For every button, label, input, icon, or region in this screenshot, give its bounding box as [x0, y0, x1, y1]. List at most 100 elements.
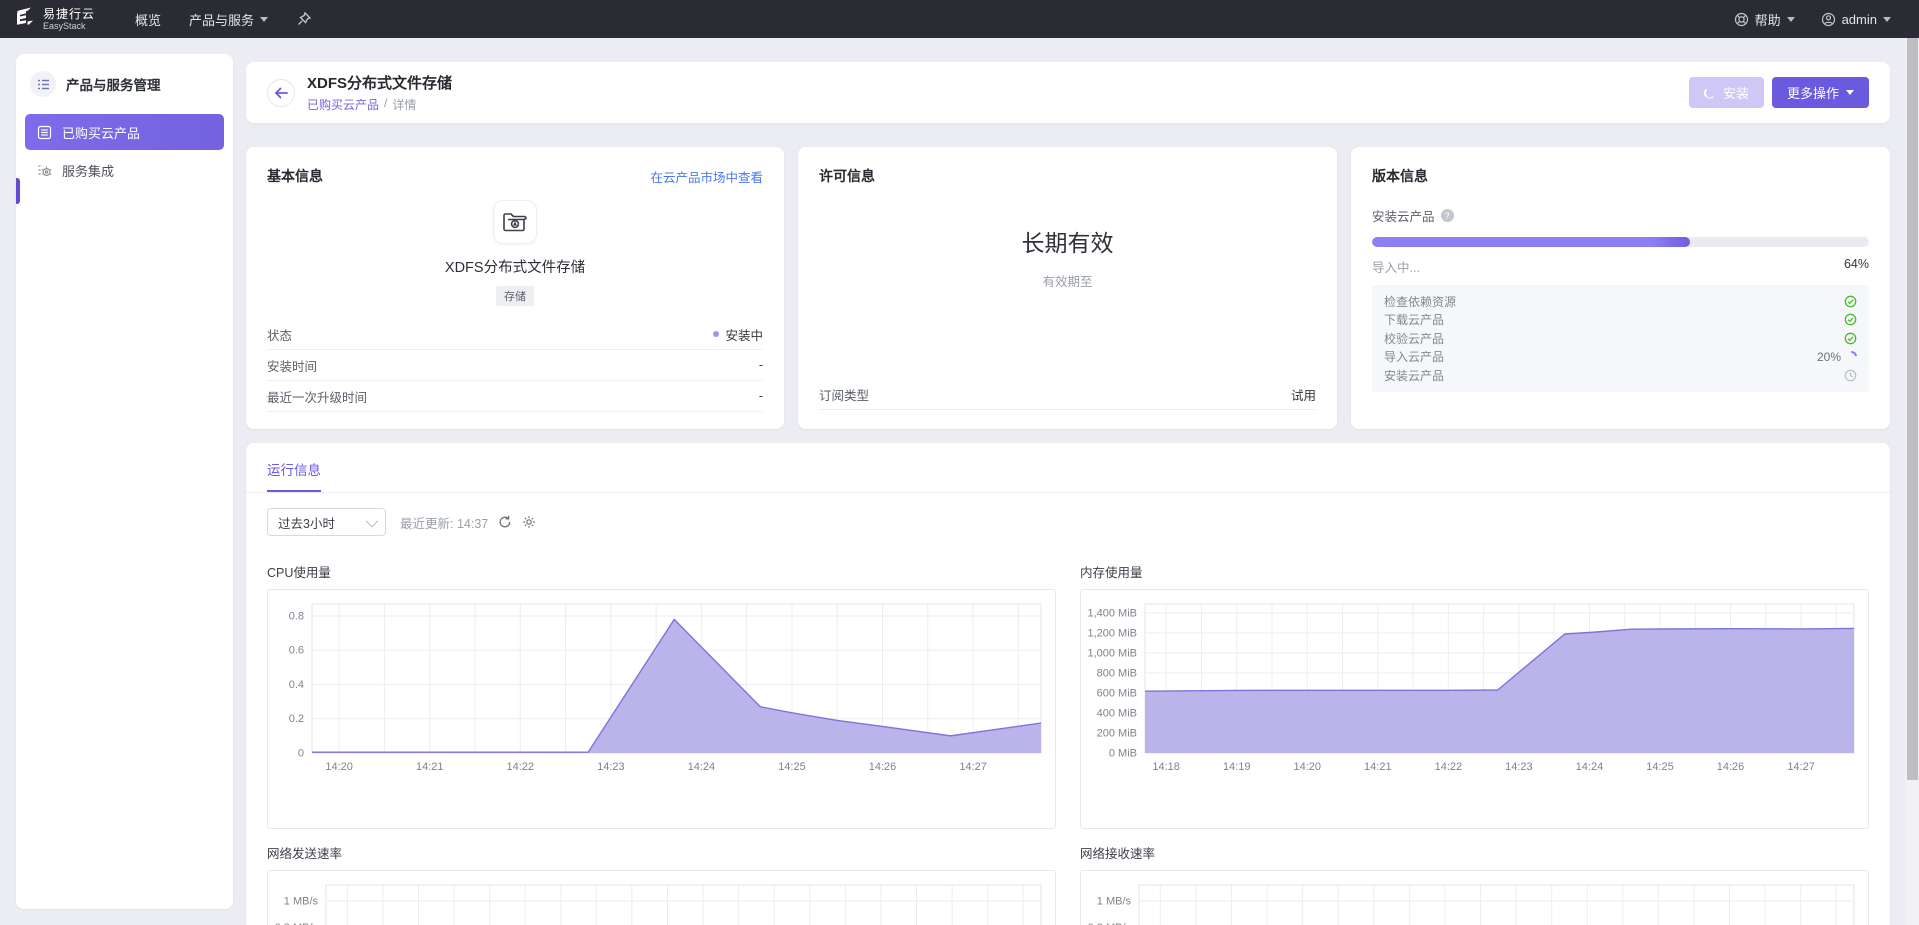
step-spinner-icon — [1844, 349, 1859, 364]
svg-text:0.4: 0.4 — [289, 679, 304, 691]
breadcrumb-current: 详情 — [392, 96, 416, 113]
svg-text:14:26: 14:26 — [1717, 761, 1745, 773]
purchased-list-icon — [37, 125, 52, 140]
last-upgrade-row: 最近一次升级时间 - — [267, 381, 763, 412]
svg-text:1,200 MiB: 1,200 MiB — [1087, 628, 1137, 640]
page-header: XDFS分布式文件存储 已购买云产品 / 详情 安装 更多操作 — [246, 62, 1890, 123]
svg-text:0.6: 0.6 — [289, 645, 304, 657]
loading-spinner-icon — [1704, 87, 1716, 99]
pin-button[interactable] — [282, 0, 326, 38]
svg-text:14:22: 14:22 — [507, 761, 535, 773]
breadcrumb-parent-link[interactable]: 已购买云产品 — [307, 96, 379, 113]
svg-text:14:23: 14:23 — [597, 761, 625, 773]
help-tooltip-icon[interactable]: ? — [1441, 209, 1454, 222]
sidebar-title: 产品与服务管理 — [66, 74, 161, 94]
last-update-text: 最近更新: 14:37 — [400, 513, 488, 532]
sidebar-item-label: 已购买云产品 — [62, 123, 140, 142]
license-card: 许可信息 长期有效 有效期至 订阅类型 试用 — [798, 147, 1337, 429]
chart-settings-button[interactable] — [522, 515, 536, 529]
svg-text:200 MiB: 200 MiB — [1097, 728, 1137, 740]
svg-text:14:20: 14:20 — [1293, 761, 1321, 773]
sidebar-item-label: 服务集成 — [62, 161, 114, 180]
install-step-row: 安装云产品 — [1384, 366, 1857, 385]
page-scrollbar[interactable] — [1905, 38, 1919, 925]
install-time-row: 安装时间 - — [267, 350, 763, 381]
tabs-divider — [246, 492, 1890, 493]
version-title: 版本信息 — [1372, 166, 1428, 186]
install-time-label: 安装时间 — [267, 356, 317, 375]
help-menu[interactable]: 帮助 — [1734, 0, 1795, 38]
integration-icon — [37, 163, 52, 178]
time-range-value: 过去3小时 — [278, 513, 335, 532]
product-name: XDFS分布式文件存储 — [267, 256, 763, 277]
check-circle-icon — [1844, 295, 1857, 308]
check-circle-icon — [1844, 313, 1857, 326]
refresh-button[interactable] — [498, 515, 512, 529]
svg-text:14:20: 14:20 — [325, 761, 353, 773]
brand-title: 易捷行云 — [43, 8, 95, 20]
back-button[interactable] — [267, 79, 295, 107]
view-in-market-link[interactable]: 在云产品市场中查看 — [650, 167, 763, 186]
chart-title-net-receive: 网络接收速率 — [1080, 843, 1869, 862]
topbar: 易捷行云 EasyStack 概览 产品与服务 帮助 — [0, 0, 1919, 38]
memory-usage-plot: 0 MiB200 MiB400 MiB600 MiB800 MiB1,000 M… — [1080, 589, 1869, 829]
cpu-usage-chart: CPU使用量 00.20.40.60.814:2014:2114:2214:23… — [267, 562, 1056, 829]
network-send-chart: 网络发送速率 0 MB/s0.2 MB/s0.4 MB/s0.6 MB/s0.8… — [267, 843, 1056, 925]
tab-running-info[interactable]: 运行信息 — [267, 459, 321, 492]
network-send-plot: 0 MB/s0.2 MB/s0.4 MB/s0.6 MB/s0.8 MB/s1 … — [267, 870, 1056, 925]
svg-text:1 MB/s: 1 MB/s — [284, 895, 319, 907]
chart-title-cpu: CPU使用量 — [267, 562, 1056, 581]
chevron-down-icon — [1787, 17, 1795, 22]
svg-text:14:19: 14:19 — [1223, 761, 1251, 773]
svg-text:14:25: 14:25 — [778, 761, 806, 773]
sidebar-header: 产品与服务管理 — [16, 54, 233, 112]
basic-info-title: 基本信息 — [267, 166, 323, 186]
install-product-label: 安装云产品 — [1372, 206, 1435, 225]
user-label: admin — [1842, 12, 1877, 27]
time-range-select[interactable]: 过去3小时 — [267, 508, 386, 536]
breadcrumb-separator: / — [384, 96, 387, 113]
subscription-type-label: 订阅类型 — [819, 385, 869, 404]
running-info-card: 运行信息 过去3小时 最近更新: 14:37 CPU使 — [246, 443, 1890, 925]
nav-overview[interactable]: 概览 — [121, 0, 175, 38]
svg-text:14:24: 14:24 — [688, 761, 716, 773]
breadcrumb: 已购买云产品 / 详情 — [307, 96, 452, 113]
chevron-down-icon — [260, 17, 268, 22]
svg-text:14:22: 14:22 — [1435, 761, 1463, 773]
step-percent: 20% — [1817, 350, 1841, 364]
chart-title-net-send: 网络发送速率 — [267, 843, 1056, 862]
install-button[interactable]: 安装 — [1689, 77, 1764, 108]
clock-icon — [1844, 369, 1857, 382]
svg-text:14:21: 14:21 — [416, 761, 444, 773]
memory-usage-chart: 内存使用量 0 MiB200 MiB400 MiB600 MiB800 MiB1… — [1080, 562, 1869, 829]
nav-products-label: 产品与服务 — [189, 10, 254, 29]
svg-text:1,400 MiB: 1,400 MiB — [1087, 608, 1137, 620]
version-card: 版本信息 安装云产品 ? 导入中... 64% 检查依赖资源 下载云产品 校验云… — [1351, 147, 1890, 429]
brand-logo[interactable]: 易捷行云 EasyStack — [14, 7, 95, 31]
status-label: 状态 — [267, 325, 292, 344]
sidebar-item-service-integration[interactable]: 服务集成 — [25, 152, 224, 188]
network-receive-chart: 网络接收速率 0 MB/s0.2 MB/s0.4 MB/s0.6 MB/s0.8… — [1080, 843, 1869, 925]
svg-text:1,000 MiB: 1,000 MiB — [1087, 648, 1137, 660]
nav-overview-label: 概览 — [135, 10, 161, 29]
user-menu[interactable]: admin — [1821, 0, 1891, 38]
nav-products-services[interactable]: 产品与服务 — [175, 0, 282, 38]
install-progress-fill — [1372, 237, 1690, 247]
svg-text:1 MB/s: 1 MB/s — [1097, 895, 1132, 907]
chevron-down-icon — [366, 514, 379, 527]
more-actions-button[interactable]: 更多操作 — [1772, 77, 1869, 108]
last-upgrade-value: - — [759, 389, 763, 403]
sidebar-item-purchased-products[interactable]: 已购买云产品 — [25, 114, 224, 150]
scrollbar-thumb[interactable] — [1907, 38, 1918, 780]
manage-icon — [30, 71, 56, 97]
chevron-down-icon — [1883, 17, 1891, 22]
sidebar-active-indicator — [16, 178, 20, 204]
svg-text:14:23: 14:23 — [1505, 761, 1533, 773]
status-dot-icon — [713, 331, 719, 337]
subscription-type-row: 订阅类型 试用 — [819, 379, 1316, 410]
svg-text:14:27: 14:27 — [1787, 761, 1815, 773]
status-row: 状态 安装中 — [267, 319, 763, 350]
help-icon — [1734, 12, 1749, 27]
install-button-label: 安装 — [1723, 83, 1749, 102]
product-category-tag: 存储 — [496, 286, 534, 306]
